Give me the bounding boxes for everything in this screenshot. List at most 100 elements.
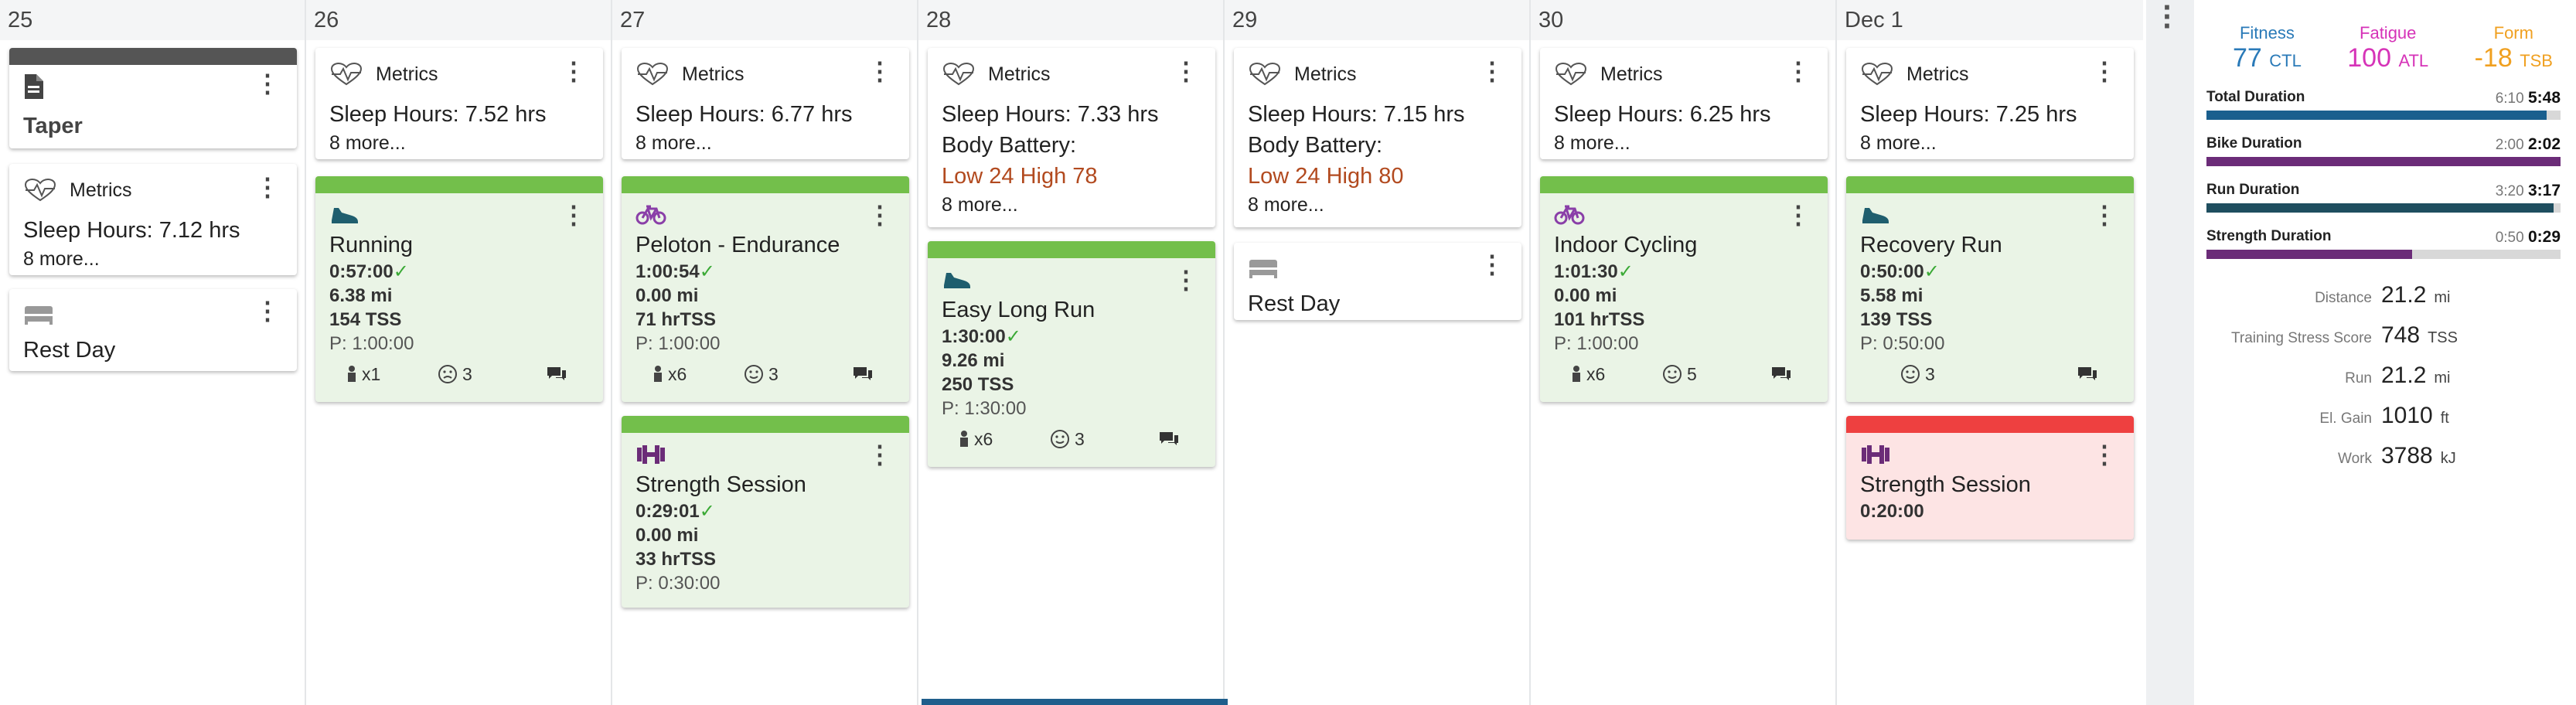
more-options-icon[interactable]: ⋮ [1174, 59, 1198, 83]
workout-card[interactable]: ⋮ Strength Session 0:29:01✓ 0.00 mi 33 h… [622, 416, 909, 608]
equipment-count[interactable]: x6 [1571, 364, 1605, 385]
day-column[interactable]: 25 ⋮ Taper ⋮ Metrics Sleep Hours: 7.12 h… [0, 0, 306, 705]
more-link[interactable]: 8 more... [928, 192, 1215, 218]
heart-pulse-icon [1555, 63, 1587, 86]
workout-card[interactable]: ⋮ Indoor Cycling 1:01:30✓ 0.00 mi 101 hr… [1540, 176, 1828, 402]
bicycle-icon [622, 199, 909, 230]
comments-icon[interactable] [1770, 366, 1797, 383]
completed-check-icon: ✓ [393, 261, 409, 282]
equipment-count[interactable]: x6 [959, 429, 993, 450]
workout-card[interactable]: ⋮ Running 0:57:00✓ 6.38 mi 154 TSS P: 1:… [315, 176, 603, 402]
more-options-icon[interactable]: ⋮ [867, 442, 892, 467]
duration-value: 0:29:01 [635, 501, 700, 522]
more-options-icon[interactable]: ⋮ [1786, 59, 1811, 83]
fitness-label: Fitness [2239, 23, 2295, 43]
equipment-icon [348, 366, 356, 382]
comments-icon[interactable] [546, 366, 572, 383]
mood-indicator[interactable]: 3 [438, 364, 472, 385]
more-link[interactable]: 8 more... [315, 130, 603, 156]
day-header: 25 [0, 0, 305, 40]
day-header: 27 [612, 0, 917, 40]
workout-distance: 5.58 mi [1860, 285, 1923, 306]
planned-duration: P: 1:00:00 [1554, 333, 1639, 354]
metrics-card[interactable]: ⋮ Metrics Sleep Hours: 7.52 hrs 8 more..… [315, 48, 603, 159]
comments-icon[interactable] [852, 366, 878, 383]
more-options-icon[interactable]: ⋮ [2092, 442, 2117, 467]
more-options-icon[interactable]: ⋮ [1480, 59, 1504, 83]
more-link[interactable]: 8 more... [622, 130, 909, 156]
more-options-icon[interactable]: ⋮ [255, 298, 280, 323]
equipment-icon [654, 366, 662, 382]
running-shoe-icon [315, 199, 603, 230]
workout-duration: 0:50:00✓ [1846, 260, 2134, 284]
workout-tss: 139 TSS [1860, 309, 1933, 330]
form-stat[interactable]: Form -18 TSB [2475, 23, 2553, 73]
fitness-stat[interactable]: Fitness 77 CTL [2233, 23, 2302, 73]
equipment-count[interactable]: x1 [346, 364, 380, 385]
more-options-icon[interactable]: ⋮ [867, 59, 892, 83]
total-label: Run [2345, 370, 2372, 387]
today-indicator [922, 699, 1228, 705]
more-link[interactable]: 8 more... [1846, 130, 2134, 156]
metrics-card[interactable]: ⋮ Metrics Sleep Hours: 6.77 hrs 8 more..… [622, 48, 909, 159]
metrics-card[interactable]: ⋮ Metrics Sleep Hours: 7.15 hrs Body Bat… [1234, 48, 1521, 227]
sleep-hours: Sleep Hours: 7.52 hrs [329, 102, 547, 127]
total-label: El. Gain [2319, 410, 2372, 427]
workout-duration: 1:00:54✓ [622, 260, 909, 284]
more-options-icon[interactable]: ⋮ [255, 175, 280, 199]
more-options-icon[interactable]: ⋮ [561, 203, 586, 227]
actual-value: 0:29 [2527, 228, 2561, 246]
more-options-icon[interactable]: ⋮ [255, 71, 280, 96]
day-header: 30 [1531, 0, 1835, 40]
more-options-icon[interactable]: ⋮ [2092, 203, 2117, 227]
more-options-icon[interactable]: ⋮ [2092, 59, 2117, 83]
day-column[interactable]: 29 ⋮ Metrics Sleep Hours: 7.15 hrs Body … [1225, 0, 1531, 705]
more-options-icon[interactable]: ⋮ [561, 59, 586, 83]
workout-card[interactable]: ⋮ Peloton - Endurance 1:00:54✓ 0.00 mi 7… [622, 176, 909, 402]
week-options-icon[interactable]: · · · [2160, 0, 2176, 42]
metrics-card[interactable]: ⋮ Metrics Sleep Hours: 7.12 hrs 8 more..… [9, 164, 297, 275]
rest-day-card[interactable]: ⋮ Rest Day [9, 289, 297, 371]
more-link[interactable]: 8 more... [1234, 192, 1521, 218]
day-column[interactable]: 28 ⋮ Metrics Sleep Hours: 7.33 hrs Body … [918, 0, 1225, 705]
more-options-icon[interactable]: ⋮ [867, 203, 892, 227]
day-column[interactable]: 30 ⋮ Metrics Sleep Hours: 6.25 hrs 8 mor… [1531, 0, 1837, 705]
metrics-card[interactable]: ⋮ Metrics Sleep Hours: 6.25 hrs 8 more..… [1540, 48, 1828, 159]
mood-indicator[interactable]: 3 [744, 364, 779, 385]
metrics-card[interactable]: ⋮ Metrics Sleep Hours: 7.33 hrs Body Bat… [928, 48, 1215, 227]
card-title: Rest Day [1248, 291, 1341, 316]
day-column[interactable]: 26 ⋮ Metrics Sleep Hours: 7.52 hrs 8 mor… [306, 0, 612, 705]
workout-card-missed[interactable]: ⋮ Strength Session 0:20:00 [1846, 416, 2134, 540]
total-unit: kJ [2440, 450, 2456, 467]
comments-icon[interactable] [1158, 431, 1184, 448]
more-link[interactable]: 8 more... [9, 246, 297, 272]
mood-indicator[interactable]: 3 [1050, 429, 1085, 450]
day-column[interactable]: Dec 1 ⋮ Metrics Sleep Hours: 7.25 hrs 8 … [1837, 0, 2143, 705]
total-label: Work [2338, 451, 2372, 467]
equipment-count[interactable]: x6 [653, 364, 687, 385]
more-link[interactable]: 8 more... [1540, 130, 1828, 156]
face-icon [1901, 365, 1920, 383]
tsb-value: -18 [2474, 43, 2513, 73]
completed-check-icon: ✓ [1923, 261, 1940, 282]
form-value: -18 TSB [2475, 43, 2553, 73]
day-header: 29 [1225, 0, 1529, 40]
more-options-icon[interactable]: ⋮ [1174, 267, 1198, 292]
taper-card[interactable]: ⋮ Taper [9, 48, 297, 148]
more-options-icon[interactable]: ⋮ [1480, 252, 1504, 277]
workout-card[interactable]: ⋮ Easy Long Run 1:30:00✓ 9.26 mi 250 TSS… [928, 241, 1215, 467]
comments-icon[interactable] [2077, 366, 2103, 383]
workout-tss: 250 TSS [942, 374, 1014, 395]
mood-indicator[interactable]: 3 [1900, 364, 1935, 385]
duration-label: Run Duration [2206, 182, 2300, 198]
mood-indicator[interactable]: 5 [1662, 364, 1697, 385]
sleep-hours: Sleep Hours: 7.25 hrs [1860, 102, 2077, 127]
metrics-card[interactable]: ⋮ Metrics Sleep Hours: 7.25 hrs 8 more..… [1846, 48, 2134, 159]
day-column[interactable]: 27 ⋮ Metrics Sleep Hours: 6.77 hrs 8 mor… [612, 0, 918, 705]
total-row: Distance 21.2 mi [2194, 282, 2576, 308]
workout-card[interactable]: ⋮ Recovery Run 0:50:00✓ 5.58 mi 139 TSS … [1846, 176, 2134, 402]
duration-row: Strength Duration 0:50 0:29 [2206, 228, 2561, 259]
more-options-icon[interactable]: ⋮ [1786, 203, 1811, 227]
rest-day-card[interactable]: ⋮ Rest Day [1234, 243, 1521, 320]
fatigue-stat[interactable]: Fatigue 100 ATL [2347, 23, 2428, 73]
